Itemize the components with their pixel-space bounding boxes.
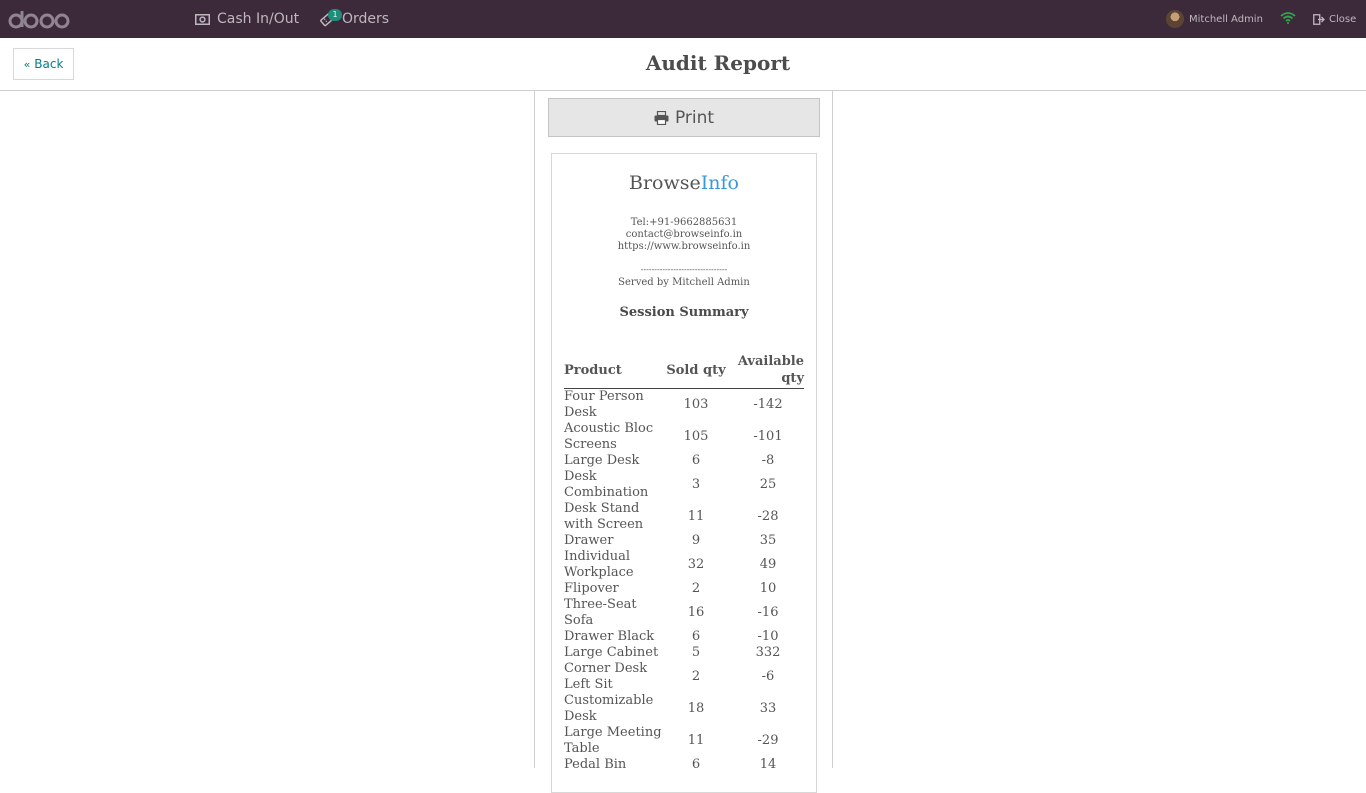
brand-text-part1: Browse	[629, 172, 701, 194]
sold-qty-cell: 2	[691, 669, 701, 684]
product-cell: Acoustic Bloc Screens	[564, 421, 654, 452]
product-cell: Pedal Bin	[564, 757, 627, 772]
table-row: Drawer 9 35	[564, 533, 804, 549]
available-qty-cell: 35	[759, 533, 777, 548]
available-qty-cell: -8	[761, 453, 775, 468]
sold-qty-cell: 9	[691, 533, 701, 548]
audit-receipt: BrowseInfo Tel:+91-9662885631 contact@br…	[551, 153, 817, 793]
money-icon	[195, 13, 210, 25]
served-by: Served by Mitchell Admin	[618, 277, 750, 288]
company-phone: Tel:+91-9662885631	[630, 217, 738, 228]
sold-qty-cell: 16	[687, 605, 705, 620]
product-cell: Drawer	[564, 533, 614, 548]
available-header-line2: qty	[781, 371, 804, 386]
user-menu[interactable]: Mitchell Admin	[1166, 0, 1263, 38]
close-session-button[interactable]: Close	[1313, 0, 1356, 38]
product-cell: Customizable Desk	[564, 693, 654, 724]
available-qty-cell: 332	[755, 645, 781, 660]
table-row: Corner Desk Left Sit 2 -6	[564, 661, 804, 693]
available-qty-cell: -28	[757, 509, 779, 524]
table-row: Acoustic Bloc Screens 105 -101	[564, 421, 804, 453]
available-qty-cell: 33	[759, 701, 777, 716]
report-screen: Print BrowseInfo Tel:+91-9662885631 cont…	[534, 91, 833, 793]
cash-in-out-button[interactable]: Cash In/Out	[195, 0, 299, 38]
product-cell: Desk Stand with Screen	[564, 501, 644, 532]
brand-text-part2: Info	[700, 172, 739, 194]
product-cell: Flipover	[564, 581, 619, 596]
company-email: contact@browseinfo.in	[625, 229, 743, 240]
company-contact: Tel:+91-9662885631 contact@browseinfo.in…	[552, 217, 816, 253]
table-row: Large Cabinet 5 332	[564, 645, 804, 661]
available-qty-cell: -142	[753, 397, 783, 412]
table-row: Pedal Bin 6 14	[564, 757, 804, 773]
table-row: Flipover 2 10	[564, 581, 804, 597]
product-cell: Three-Seat Sofa	[564, 597, 637, 628]
sold-qty-cell: 11	[687, 733, 705, 748]
column-header-available-qty: Available qty	[730, 353, 804, 389]
user-name: Mitchell Admin	[1189, 13, 1263, 25]
product-cell: Desk Combination	[564, 469, 649, 500]
session-summary-title: Session Summary	[619, 305, 749, 320]
sold-qty-cell: 6	[691, 757, 701, 772]
available-qty-cell: -101	[753, 429, 783, 444]
table-row: Individual Workplace 32 49	[564, 549, 804, 581]
available-qty-cell: -10	[757, 629, 779, 644]
page-title: Audit Report	[645, 51, 791, 75]
screen-header: « Back Audit Report	[0, 38, 1366, 91]
product-cell: Drawer Black	[564, 629, 655, 644]
print-icon	[654, 110, 669, 125]
product-cell: Large Cabinet	[564, 645, 659, 660]
column-header-sold-qty: Sold qty	[662, 353, 730, 389]
session-summary-table: Product Sold qty Available qty Four Perso…	[564, 353, 804, 773]
sold-qty-cell: 3	[691, 477, 701, 492]
available-qty-cell: 14	[759, 757, 777, 772]
cash-in-out-label: Cash In/Out	[217, 11, 300, 27]
table-row: Drawer Black 6 -10	[564, 629, 804, 645]
available-qty-cell: -16	[757, 605, 779, 620]
print-label: Print	[674, 107, 715, 128]
orders-button[interactable]: 1 Orders	[319, 0, 389, 38]
available-header-line1: Available	[737, 354, 804, 369]
available-qty-cell: -6	[761, 669, 775, 684]
divider: --------------------------------	[640, 265, 728, 274]
available-qty-cell: 10	[759, 581, 777, 596]
sold-qty-cell: 2	[691, 581, 701, 596]
company-logo: BrowseInfo	[552, 172, 816, 194]
available-qty-cell: 25	[759, 477, 777, 492]
sign-out-icon	[1313, 13, 1325, 25]
sold-qty-cell: 32	[687, 557, 705, 572]
sold-qty-cell: 103	[683, 397, 709, 412]
table-row: Desk Combination 3 25	[564, 469, 804, 501]
product-cell: Individual Workplace	[564, 549, 634, 580]
table-row: Large Meeting Table 11 -29	[564, 725, 804, 757]
sold-qty-cell: 6	[691, 453, 701, 468]
table-header-row: Product Sold qty Available qty	[564, 353, 804, 389]
table-row: Customizable Desk 18 33	[564, 693, 804, 725]
product-cell: Large Meeting Table	[564, 725, 662, 756]
sold-qty-cell: 11	[687, 509, 705, 524]
column-header-product: Product	[564, 353, 662, 389]
product-cell: Four Person Desk	[564, 389, 644, 420]
wifi-icon[interactable]	[1280, 12, 1296, 24]
table-row: Three-Seat Sofa 16 -16	[564, 597, 804, 629]
table-row: Four Person Desk 103 -142	[564, 389, 804, 422]
close-label: Close	[1329, 13, 1357, 25]
sold-qty-cell: 5	[691, 645, 701, 660]
sold-qty-cell: 6	[691, 629, 701, 644]
avatar	[1166, 10, 1184, 28]
available-qty-cell: 49	[759, 557, 777, 572]
sold-qty-cell: 18	[687, 701, 705, 716]
orders-label: Orders	[342, 11, 390, 27]
table-row: Large Desk 6 -8	[564, 453, 804, 469]
odoo-logo	[8, 11, 70, 29]
top-navbar: Cash In/Out 1 Orders Mitchell Admin Clos…	[0, 0, 1366, 38]
product-cell: Corner Desk Left Sit	[564, 661, 648, 692]
orders-count-badge: 1	[328, 9, 342, 21]
print-button[interactable]: Print	[548, 98, 820, 137]
product-cell: Large Desk	[564, 453, 640, 468]
table-row: Desk Stand with Screen 11 -28	[564, 501, 804, 533]
sold-qty-cell: 105	[683, 429, 709, 444]
available-qty-cell: -29	[757, 733, 779, 748]
company-website: https://www.browseinfo.in	[617, 241, 751, 252]
